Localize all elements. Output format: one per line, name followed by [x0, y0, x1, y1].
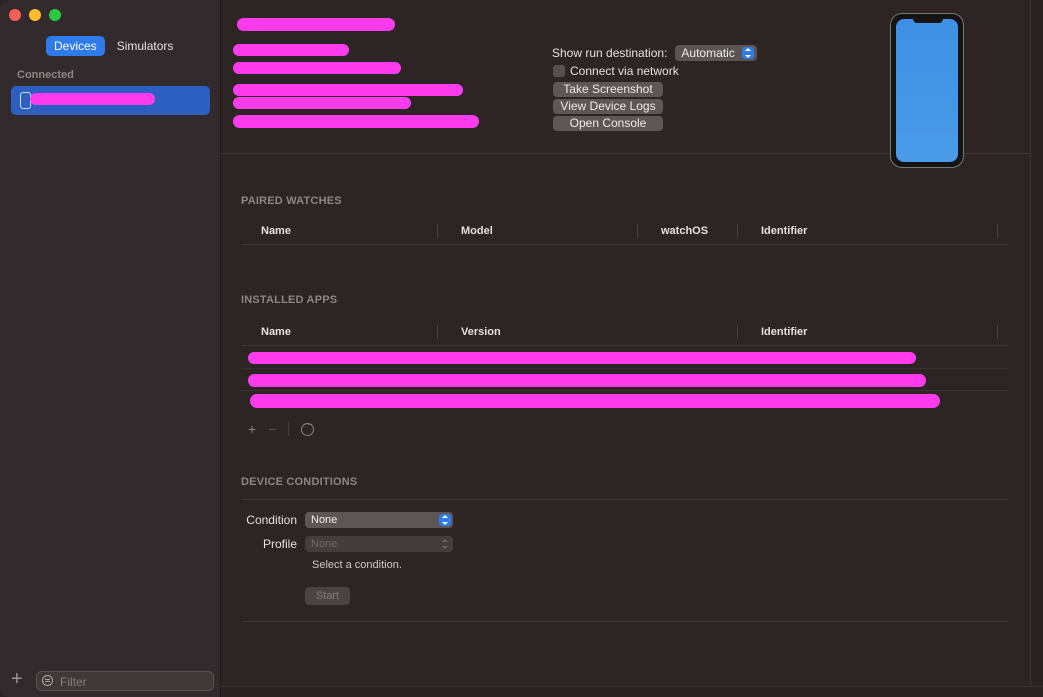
tab-simulators[interactable]: Simulators: [109, 36, 182, 56]
start-button[interactable]: Start: [305, 587, 350, 605]
view-device-logs-button[interactable]: View Device Logs: [553, 99, 663, 114]
redaction-mark: [30, 93, 155, 105]
open-console-button[interactable]: Open Console: [553, 116, 663, 131]
column-header-name[interactable]: Name: [261, 224, 438, 238]
profile-select[interactable]: None: [305, 536, 453, 552]
table-row-divider: [241, 390, 1008, 391]
chevron-updown-icon: [439, 538, 451, 550]
devices-window: Devices Simulators Connected + Filter Sh…: [0, 0, 1043, 697]
chevron-updown-icon: [439, 514, 451, 526]
profile-label: Profile: [262, 537, 297, 551]
run-destination-label: Show run destination:: [552, 46, 668, 60]
device-conditions-title: DEVICE CONDITIONS: [241, 476, 358, 488]
chevron-updown-icon: [741, 47, 754, 59]
section-divider: [241, 499, 1008, 500]
redaction-mark: [233, 44, 349, 56]
device-header: Show run destination: Automatic Connect …: [221, 0, 1030, 168]
redaction-mark: [237, 18, 395, 31]
scrollbar-track[interactable]: [1030, 0, 1043, 697]
table-row[interactable]: [248, 374, 926, 387]
table-row-divider: [241, 368, 1008, 369]
filter-icon: [42, 675, 53, 686]
filter-field[interactable]: [36, 671, 214, 691]
installed-apps-table-header: Name Version Identifier: [241, 319, 1008, 346]
column-header-name[interactable]: Name: [261, 325, 438, 339]
connect-via-network-checkbox[interactable]: [553, 65, 565, 77]
table-row[interactable]: [250, 394, 940, 408]
more-actions-icon[interactable]: [301, 419, 315, 436]
device-image: [890, 13, 964, 168]
device-detail-pane: Show run destination: Automatic Connect …: [221, 0, 1043, 697]
minimize-button[interactable]: [29, 9, 41, 21]
device-screen: [896, 19, 958, 162]
column-header-identifier[interactable]: Identifier: [761, 224, 998, 238]
toolbar-divider: [288, 422, 290, 436]
remove-app-button[interactable]: −: [268, 421, 276, 437]
condition-select[interactable]: None: [305, 512, 453, 528]
zoom-button[interactable]: [49, 9, 61, 21]
installed-apps-title: INSTALLED APPS: [241, 294, 338, 306]
apps-toolbar: + −: [248, 419, 315, 437]
window-bottom-bar: [221, 686, 1043, 697]
connected-section-label: Connected: [17, 69, 74, 81]
sidebar-footer: +: [0, 665, 220, 697]
paired-watches-title: PAIRED WATCHES: [241, 195, 342, 207]
condition-label: Condition: [246, 513, 297, 527]
tab-devices[interactable]: Devices: [46, 36, 105, 56]
table-row[interactable]: [248, 352, 916, 364]
window-controls: [9, 9, 61, 21]
device-notch: [913, 18, 943, 23]
connect-via-network-label: Connect via network: [570, 64, 679, 78]
column-header-model[interactable]: Model: [461, 224, 638, 238]
section-divider: [241, 621, 1008, 622]
run-destination-value: Automatic: [681, 46, 735, 60]
column-header-identifier[interactable]: Identifier: [761, 325, 998, 339]
filter-input[interactable]: [58, 673, 212, 691]
run-destination-popup[interactable]: Automatic: [675, 45, 757, 61]
take-screenshot-button[interactable]: Take Screenshot: [553, 82, 663, 97]
condition-hint: Select a condition.: [312, 559, 402, 571]
redaction-mark: [233, 97, 411, 109]
column-header-watchos[interactable]: watchOS: [661, 224, 738, 238]
paired-watches-table-header: Name Model watchOS Identifier: [241, 218, 1008, 245]
redaction-mark: [233, 84, 463, 96]
redaction-mark: [233, 62, 401, 74]
device-type-segmented-control: Devices Simulators: [46, 36, 181, 56]
profile-value: None: [311, 538, 338, 550]
redaction-mark: [233, 115, 479, 128]
sidebar: Devices Simulators Connected +: [0, 0, 221, 697]
condition-value: None: [311, 514, 338, 526]
add-device-button[interactable]: +: [11, 669, 23, 689]
device-controls: Show run destination: Automatic Connect …: [552, 44, 757, 131]
column-header-version[interactable]: Version: [461, 325, 738, 339]
close-button[interactable]: [9, 9, 21, 21]
add-app-button[interactable]: +: [248, 421, 256, 437]
